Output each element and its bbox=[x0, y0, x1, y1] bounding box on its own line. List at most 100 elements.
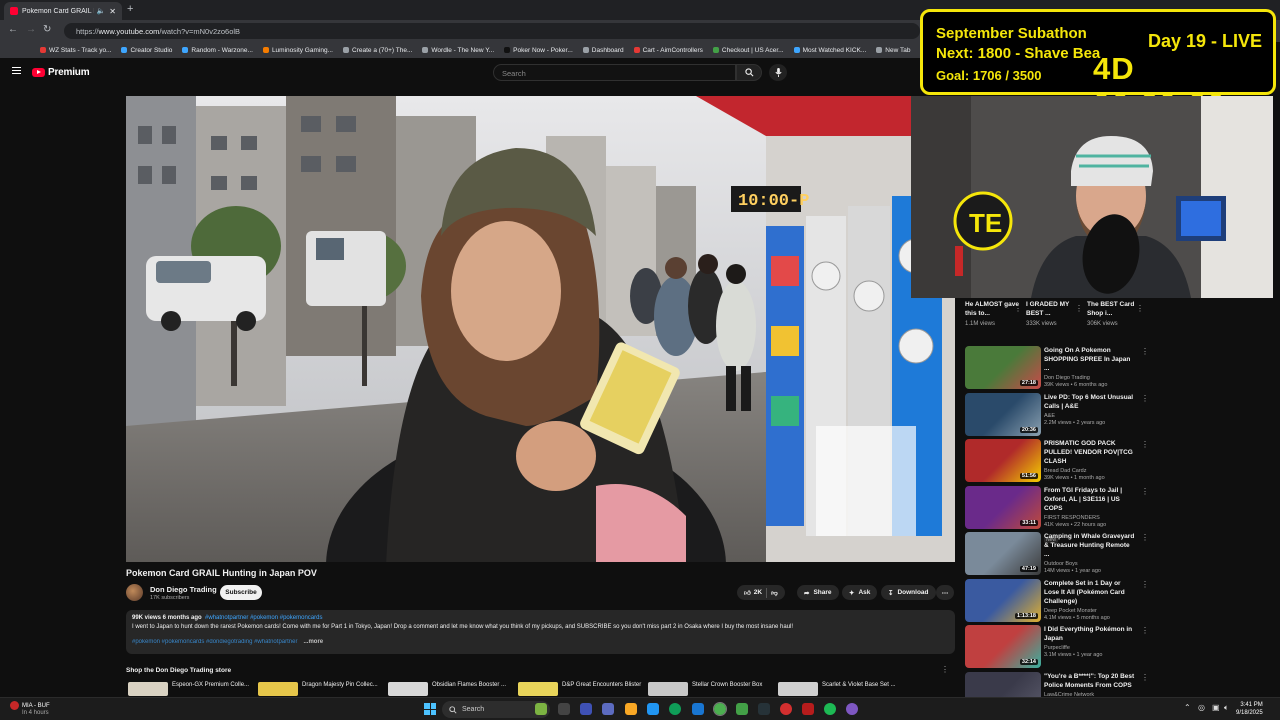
short-more-icon[interactable]: ⋮ bbox=[1136, 304, 1144, 313]
tray-overflow-icon[interactable]: ⌃ bbox=[1184, 703, 1191, 712]
terminal-icon[interactable] bbox=[758, 703, 770, 715]
close-tab-icon[interactable]: ✕ bbox=[109, 7, 116, 16]
video-thumbnail[interactable]: 33:11 bbox=[965, 485, 1041, 529]
video-thumbnail[interactable]: 1:13:18 bbox=[965, 578, 1041, 622]
video-thumbnail[interactable]: 27:18 bbox=[965, 346, 1041, 389]
shop-item[interactable]: D&P Great Encounters Blister bbox=[518, 682, 641, 696]
recommendation-channel[interactable]: A&E bbox=[1044, 413, 1136, 419]
channel-name[interactable]: Don Diego Trading bbox=[150, 585, 217, 594]
ask-button[interactable]: ✦ Ask bbox=[842, 585, 878, 600]
shop-item[interactable]: Dragon Majesty Pin Collec... bbox=[258, 682, 378, 696]
video-thumbnail[interactable]: 47:19 bbox=[965, 532, 1041, 575]
shop-item[interactable]: Stellar Crown Booster Box bbox=[648, 682, 762, 696]
recommendation-more-icon[interactable]: ⋮ bbox=[1141, 533, 1149, 542]
description-hashtags-2[interactable]: #pokemon #pokemoncards #dondiegotrading … bbox=[132, 639, 297, 645]
task-view-icon[interactable] bbox=[558, 703, 570, 715]
video-thumbnail[interactable]: 32:14 bbox=[965, 625, 1041, 668]
bookmark-item[interactable]: Most Watched KICK... bbox=[793, 47, 866, 54]
recommendation-title[interactable]: Complete Set in 1 Day or Lose It All (Po… bbox=[1044, 579, 1136, 606]
recommendation-item[interactable]: 51:56 PRISMATIC GOD PACK PULLED! VENDOR P… bbox=[965, 439, 1149, 483]
recommendation-title[interactable]: Live PD: Top 6 Most Unusual Calls | A&E bbox=[1044, 393, 1136, 411]
edge-icon[interactable] bbox=[669, 703, 681, 715]
recommendation-title[interactable]: PRISMATIC GOD PACK PULLED! VENDOR POV|TC… bbox=[1044, 439, 1136, 466]
recommendation-channel[interactable]: Deep Pocket Monster bbox=[1044, 608, 1136, 614]
bookmark-item[interactable]: Poker Now - Poker... bbox=[504, 47, 573, 54]
chrome-icon[interactable] bbox=[713, 702, 727, 716]
recommendation-channel[interactable]: Don Diego Trading bbox=[1044, 375, 1136, 381]
teams-icon[interactable] bbox=[602, 703, 614, 715]
new-tab-icon[interactable]: + bbox=[127, 3, 133, 15]
obs-icon[interactable] bbox=[802, 703, 814, 715]
bookmark-item[interactable]: Random - Warzone... bbox=[182, 47, 253, 54]
description-hashtags[interactable]: #whatnotpartner #pokemon #pokemoncards bbox=[205, 615, 322, 621]
short-more-icon[interactable]: ⋮ bbox=[1075, 304, 1083, 313]
bookmark-item[interactable]: New Tab bbox=[876, 47, 910, 54]
channel-avatar[interactable] bbox=[126, 584, 143, 601]
show-more-link[interactable]: ...more bbox=[303, 639, 323, 645]
shop-more-icon[interactable]: ⋮ bbox=[941, 665, 949, 674]
app-icon[interactable] bbox=[580, 703, 592, 715]
recommendation-more-icon[interactable]: ⋮ bbox=[1141, 394, 1149, 403]
bookmark-item[interactable]: Luminosity Gaming... bbox=[262, 47, 333, 54]
recommendation-more-icon[interactable]: ⋮ bbox=[1141, 626, 1149, 635]
bookmark-item[interactable]: Checkout | US Acer... bbox=[712, 47, 784, 54]
more-actions-button[interactable]: ⋯ bbox=[936, 585, 954, 600]
recommendation-item[interactable]: 47:19 Camping in Whale Graveyard & Treasu… bbox=[965, 532, 1149, 576]
recommendation-item[interactable]: 20:36 Live PD: Top 6 Most Unusual Calls |… bbox=[965, 392, 1149, 437]
store-icon[interactable] bbox=[647, 703, 659, 715]
recommendation-more-icon[interactable]: ⋮ bbox=[1141, 580, 1149, 589]
speaker-icon[interactable]: 🔈 bbox=[97, 7, 106, 15]
short-more-icon[interactable]: ⋮ bbox=[1014, 304, 1022, 313]
recommendation-channel[interactable]: Outdoor Boys bbox=[1044, 561, 1136, 567]
video-thumbnail[interactable]: 20:36 bbox=[965, 392, 1041, 436]
taskbar-search[interactable]: Search bbox=[442, 701, 550, 718]
recommendation-more-icon[interactable]: ⋮ bbox=[1141, 487, 1149, 496]
recommendation-more-icon[interactable]: ⋮ bbox=[1141, 347, 1149, 356]
taskbar-widget[interactable]: MIA - BUF In 4 hours bbox=[10, 701, 50, 716]
search-button[interactable] bbox=[736, 64, 762, 81]
taskbar-clock[interactable]: 3:41 PM 9/18/2025 bbox=[1236, 701, 1263, 717]
recommendation-item[interactable]: 33:11 From TGI Fridays to Jail | Oxford, … bbox=[965, 485, 1149, 543]
description-box[interactable]: 99K views 6 months ago #whatnotpartner #… bbox=[126, 610, 955, 654]
recommendation-title[interactable]: Going On A Pokemon SHOPPING SPREE In Jap… bbox=[1044, 346, 1136, 373]
menu-icon[interactable] bbox=[12, 67, 21, 74]
recommendation-title[interactable]: "You're a B****!": Top 20 Best Police Mo… bbox=[1044, 672, 1136, 690]
bookmark-item[interactable]: Cart - AimControllers bbox=[633, 47, 703, 54]
like-button[interactable]: 👍︎ 2K bbox=[744, 589, 762, 597]
recommendation-item[interactable]: 32:14 I Did Everything Pokémon in Japan Pu… bbox=[965, 625, 1149, 669]
recommendation-title[interactable]: From TGI Fridays to Jail | Oxford, AL | … bbox=[1044, 486, 1136, 513]
voice-search-button[interactable] bbox=[769, 64, 787, 81]
windows-start-icon[interactable] bbox=[424, 703, 436, 715]
excel-icon[interactable] bbox=[736, 703, 748, 715]
shop-item[interactable]: Scarlet & Violet Base Set ... bbox=[778, 682, 896, 696]
bookmark-item[interactable]: Wordle - The New Y... bbox=[422, 47, 494, 54]
recommendation-title[interactable]: Camping in Whale Graveyard & Treasure Hu… bbox=[1044, 532, 1136, 559]
network-icon[interactable]: ▣ bbox=[1212, 703, 1220, 712]
recommendation-title[interactable]: I Did Everything Pokémon in Japan bbox=[1044, 625, 1136, 643]
recommendation-item[interactable]: 1:13:18 Complete Set in 1 Day or Lose It … bbox=[965, 578, 1149, 623]
microphone-icon[interactable]: ◎ bbox=[1198, 703, 1205, 712]
reload-icon[interactable]: ↻ bbox=[43, 24, 51, 35]
download-button[interactable]: ↧ Download bbox=[881, 585, 936, 600]
browser-tab-active[interactable]: Pokemon Card GRAIL Hunti... 🔈 ✕ bbox=[4, 2, 122, 20]
url-bar[interactable]: https://www.youtube.com/watch?v=mN0v2zo6… bbox=[64, 23, 920, 39]
bookmark-item[interactable]: Dashboard bbox=[582, 47, 624, 54]
search-input[interactable]: Search bbox=[493, 64, 736, 81]
discord-icon[interactable] bbox=[846, 703, 858, 715]
thumbs-down-icon[interactable]: 👎︎ bbox=[771, 589, 778, 597]
recommendation-channel[interactable]: Bread Dad Cardz bbox=[1044, 468, 1136, 474]
recommendation-more-icon[interactable]: ⋮ bbox=[1141, 440, 1149, 449]
recommendation-channel[interactable]: Purpecliffe bbox=[1044, 645, 1136, 651]
share-button[interactable]: ➦ Share bbox=[797, 585, 839, 600]
youtube-premium-logo[interactable]: Premium bbox=[32, 67, 90, 78]
bookmark-item[interactable]: Creator Studio bbox=[121, 47, 172, 54]
bookmark-item[interactable]: WZ Stats - Track yo... bbox=[40, 47, 111, 54]
back-icon[interactable]: ← bbox=[8, 24, 18, 35]
video-player[interactable]: 10:00-P bbox=[126, 96, 955, 562]
recommendation-channel[interactable]: FIRST RESPONDERS bbox=[1044, 515, 1136, 521]
file-explorer-icon[interactable] bbox=[625, 703, 637, 715]
outlook-icon[interactable] bbox=[692, 703, 704, 715]
app-red-icon[interactable] bbox=[780, 703, 792, 715]
spotify-icon[interactable] bbox=[824, 703, 836, 715]
recommendation-more-icon[interactable]: ⋮ bbox=[1141, 673, 1149, 682]
